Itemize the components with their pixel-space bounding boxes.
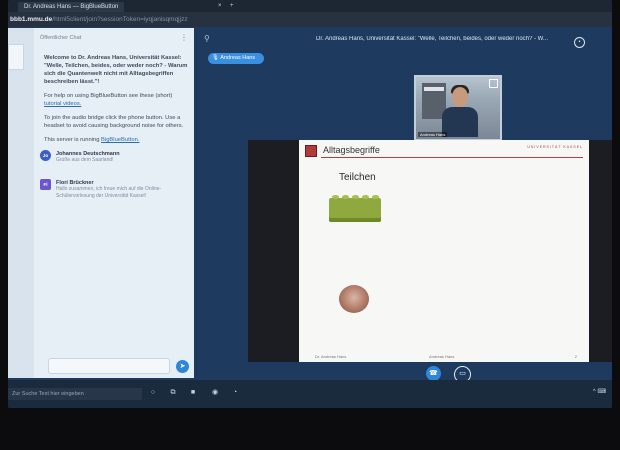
file-explorer-icon[interactable]: ■ [188, 388, 198, 398]
brick-stud [352, 195, 359, 199]
presentation-area: ⚲ Dr. Andreas Hans, Universität Kassel: … [194, 28, 612, 383]
webcam-video[interactable]: Andreas Hans [414, 75, 502, 141]
windows-taskbar: Zur Suche Text hier eingeben ○ ⧉ ■ ◉ ◔ ^… [8, 380, 612, 408]
chat-title: Öffentlicher Chat [40, 35, 82, 41]
message-text: Hallo zusammen, ich freue mich auf die O… [56, 186, 162, 199]
server-info: This server is running BigBlueButton. [44, 136, 188, 144]
address-bar[interactable]: bbb1.mmu.de/html5client/join?sessionToke… [8, 12, 612, 27]
lego-brick-image [329, 195, 381, 222]
send-message-button[interactable]: ➤ [176, 360, 189, 373]
chat-panel: Öffentlicher Chat ⋮ Welcome to Dr. Andre… [8, 28, 194, 378]
presenter-face [452, 87, 468, 107]
university-logo-icon [305, 145, 317, 157]
message-text: Grüße aus dem Saarland! [56, 157, 114, 163]
chat-header: Öffentlicher Chat ⋮ [34, 28, 194, 48]
task-view-icon[interactable]: ⧉ [168, 388, 178, 398]
cortana-icon[interactable]: ○ [148, 388, 158, 398]
chat-message: Jo Johannes Deutschmann Grüße aus dem Sa… [40, 150, 188, 174]
new-tab-icon[interactable]: + [230, 0, 234, 12]
edge-icon[interactable]: ◔ [230, 388, 240, 398]
chat-messages: Welcome to Dr. Andreas Hans, Universität… [34, 54, 188, 203]
background-shelf-item [424, 87, 444, 91]
close-tab-icon[interactable]: × [218, 0, 222, 12]
presentation-slide: Alltagsbegriffe UNIVERSITÄT KASSEL Teilc… [299, 140, 589, 362]
university-name: UNIVERSITÄT KASSEL [527, 145, 583, 149]
talking-indicator: 🎙 Andreas Hans [208, 53, 264, 64]
system-tray[interactable]: ^ ⌨ [593, 388, 606, 395]
help-text: For help on using BigBlueButton see thes… [44, 92, 188, 108]
bigbluebutton-link[interactable]: BigBlueButton. [101, 137, 139, 143]
browser-tab-strip: Dr. Andreas Hans — BigBlueButton × + [8, 0, 612, 12]
avatar: Jo [40, 150, 51, 161]
browser-tab-title: Dr. Andreas Hans — BigBlueButton [24, 4, 119, 10]
brick-stud [362, 195, 369, 199]
chrome-icon[interactable]: ◉ [210, 388, 220, 398]
welcome-intro: Welcome to Dr. Andreas Hans, Universität… [44, 55, 188, 85]
slide-title: Alltagsbegriffe [323, 145, 380, 155]
avatar: Fl [40, 179, 51, 190]
title-rule [321, 157, 583, 158]
audio-tip: To join the audio bridge click the phone… [44, 115, 184, 129]
meeting-title: Dr. Andreas Hans, Universität Kassel: "W… [316, 36, 549, 42]
chat-message-input[interactable] [48, 358, 170, 374]
brick-stud [332, 195, 339, 199]
bread-roll-image [339, 285, 369, 313]
chat-options-icon[interactable]: ⋮ [180, 28, 188, 48]
slide-subtitle: Teilchen [339, 172, 376, 183]
user-list-toggle[interactable] [8, 44, 24, 70]
help-prefix: For help on using BigBlueButton see thes… [44, 93, 173, 99]
presenter-body [442, 107, 478, 137]
server-prefix: This server is running [44, 137, 100, 143]
webcam-caption: Andreas Hans [418, 132, 448, 137]
browser-tab-active[interactable]: Dr. Andreas Hans — BigBlueButton [18, 2, 125, 12]
fullscreen-icon[interactable] [489, 79, 498, 88]
taskbar-search[interactable]: Zur Suche Text hier eingeben [8, 388, 142, 400]
monitor-screen: Dr. Andreas Hans — BigBlueButton × + bbb… [8, 0, 612, 408]
url-path: /html5client/join?sessionToken=iyqjanisq… [52, 16, 188, 23]
user-list-strip [8, 28, 34, 378]
slide-footer-left: Dr. Andreas Hans [315, 354, 347, 359]
chat-message: Fl Flori Brückner Hallo zusammen, ich fr… [40, 179, 188, 203]
slide-footer-middle: Andreas Hans [429, 354, 455, 359]
brick-stud [342, 195, 349, 199]
tutorial-link[interactable]: tutorial videos. [44, 101, 81, 107]
brick-stud [372, 195, 379, 199]
users-icon[interactable]: ⚲ [204, 34, 210, 43]
slide-page-number: 2 [574, 354, 577, 359]
audio-button[interactable]: ☎ [426, 366, 441, 381]
url-host: bbb1.mmu.de [10, 16, 53, 23]
options-button[interactable]: • [574, 37, 585, 48]
welcome-message: Welcome to Dr. Andreas Hans, Universität… [34, 54, 188, 144]
